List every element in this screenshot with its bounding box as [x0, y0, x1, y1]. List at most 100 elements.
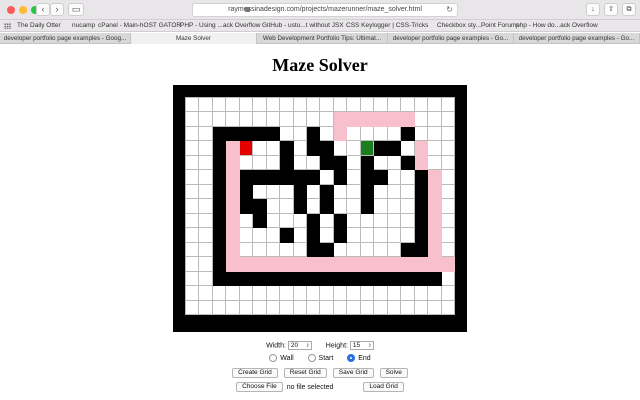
maze-path-cell[interactable]	[226, 242, 240, 258]
maze-cell[interactable]	[280, 242, 294, 258]
maze-wall-cell[interactable]	[280, 228, 294, 243]
maze-path-cell[interactable]	[226, 141, 240, 156]
maze-cell[interactable]	[387, 98, 402, 113]
maze-cell[interactable]	[428, 286, 442, 301]
maze-cell[interactable]	[441, 184, 455, 200]
maze-wall-cell[interactable]	[374, 170, 388, 185]
maze-cell[interactable]	[347, 228, 361, 243]
maze-wall-cell[interactable]	[428, 271, 442, 287]
maze-cell[interactable]	[320, 286, 334, 301]
maze-cell[interactable]	[360, 228, 375, 243]
reload-icon[interactable]: ↻	[446, 4, 453, 16]
maze-wall-cell[interactable]	[333, 213, 348, 229]
bookmark-item[interactable]: nucamp	[72, 21, 95, 31]
maze-path-cell[interactable]	[226, 199, 240, 214]
maze-cell[interactable]	[253, 228, 267, 243]
maze-cell[interactable]	[212, 112, 227, 127]
maze-path-cell[interactable]	[320, 257, 334, 272]
tab-item[interactable]: Web Development Portfolio Tips: Ultimat.…	[257, 33, 388, 44]
maze-cell[interactable]	[239, 98, 254, 113]
maze-cell[interactable]	[441, 170, 455, 185]
maze-cell[interactable]	[414, 300, 429, 315]
tab-item[interactable]: developer portfolio page examples - Goog…	[0, 33, 131, 44]
maze-wall-cell[interactable]	[280, 155, 294, 171]
maze-wall-cell[interactable]	[320, 199, 334, 214]
maze-path-cell[interactable]	[333, 112, 348, 127]
maze-wall-cell[interactable]	[212, 170, 227, 185]
maze-cell[interactable]	[266, 228, 281, 243]
maze-cell[interactable]	[387, 228, 402, 243]
maze-cell[interactable]	[347, 242, 361, 258]
maze-wall-cell[interactable]	[293, 271, 308, 287]
maze-cell[interactable]	[374, 184, 388, 200]
maze-cell[interactable]	[360, 286, 375, 301]
maze-wall-cell[interactable]	[401, 271, 415, 287]
forward-button[interactable]: ›	[50, 3, 64, 16]
maze-path-cell[interactable]	[428, 213, 442, 229]
maze-wall-cell[interactable]	[414, 271, 429, 287]
maze-cell[interactable]	[428, 98, 442, 113]
maze-cell[interactable]	[374, 199, 388, 214]
maze-cell[interactable]	[186, 141, 200, 156]
maze-wall-cell[interactable]	[212, 184, 227, 200]
maze-wall-cell[interactable]	[239, 184, 254, 200]
maze-cell[interactable]	[374, 155, 388, 171]
maze-cell[interactable]	[414, 98, 429, 113]
maze-cell[interactable]	[320, 213, 334, 229]
maze-path-cell[interactable]	[347, 112, 361, 127]
maze-cell[interactable]	[401, 170, 415, 185]
maze-wall-cell[interactable]	[401, 155, 415, 171]
maze-cell[interactable]	[186, 98, 200, 113]
tab-item[interactable]: developer portfolio page examples - Go..…	[514, 33, 640, 44]
maze-cell[interactable]	[347, 126, 361, 142]
maze-wall-cell[interactable]	[212, 199, 227, 214]
maze-path-cell[interactable]	[360, 112, 375, 127]
maze-wall-cell[interactable]	[293, 199, 308, 214]
maze-path-cell[interactable]	[428, 242, 442, 258]
maze-wall-cell[interactable]	[347, 271, 361, 287]
maze-cell[interactable]	[401, 141, 415, 156]
maze-wall-cell[interactable]	[387, 271, 402, 287]
maze-cell[interactable]	[253, 184, 267, 200]
tab-overview-icon[interactable]: ⧉	[622, 3, 636, 16]
maze-cell[interactable]	[347, 155, 361, 171]
maze-cell[interactable]	[212, 98, 227, 113]
maze-path-cell[interactable]	[266, 257, 281, 272]
maze-path-cell[interactable]	[428, 199, 442, 214]
maze-cell[interactable]	[320, 300, 334, 315]
maze-cell[interactable]	[199, 112, 213, 127]
spinner-icon[interactable]: ⇕	[368, 342, 372, 350]
maze-wall-cell[interactable]	[307, 141, 321, 156]
maze-cell[interactable]	[266, 300, 281, 315]
maze-end-cell[interactable]	[360, 141, 375, 156]
download-icon[interactable]: ↓	[586, 3, 600, 16]
maze-cell[interactable]	[266, 141, 281, 156]
maze-cell[interactable]	[186, 286, 200, 301]
maze-cell[interactable]	[441, 300, 455, 315]
maze-path-cell[interactable]	[441, 257, 455, 272]
maze-wall-cell[interactable]	[320, 242, 334, 258]
bookmark-item[interactable]: The Daily Otter	[17, 21, 61, 31]
maze-cell[interactable]	[199, 242, 213, 258]
maze-cell[interactable]	[293, 213, 308, 229]
maze-cell[interactable]	[428, 112, 442, 127]
maze-cell[interactable]	[239, 242, 254, 258]
maze-wall-cell[interactable]	[307, 170, 321, 185]
maze-wall-cell[interactable]	[226, 126, 240, 142]
bookmark-item[interactable]: cPanel - Main-hOST GATOR	[98, 21, 181, 31]
maze-cell[interactable]	[239, 300, 254, 315]
maze-cell[interactable]	[333, 98, 348, 113]
maze-cell[interactable]	[293, 286, 308, 301]
maze-wall-cell[interactable]	[387, 141, 402, 156]
reset-grid-button[interactable]: Reset Grid	[283, 368, 327, 378]
bookmark-item[interactable]: php - How do...ack Overflow	[516, 21, 598, 31]
maze-wall-cell[interactable]	[253, 213, 267, 229]
maze-cell[interactable]	[387, 242, 402, 258]
maze-cell[interactable]	[360, 213, 375, 229]
end-radio[interactable]	[347, 354, 356, 362]
save-grid-button[interactable]: Save Grid	[332, 368, 374, 378]
back-button[interactable]: ‹	[36, 3, 50, 16]
maze-cell[interactable]	[347, 141, 361, 156]
maze-cell[interactable]	[347, 184, 361, 200]
maze-cell[interactable]	[333, 184, 348, 200]
